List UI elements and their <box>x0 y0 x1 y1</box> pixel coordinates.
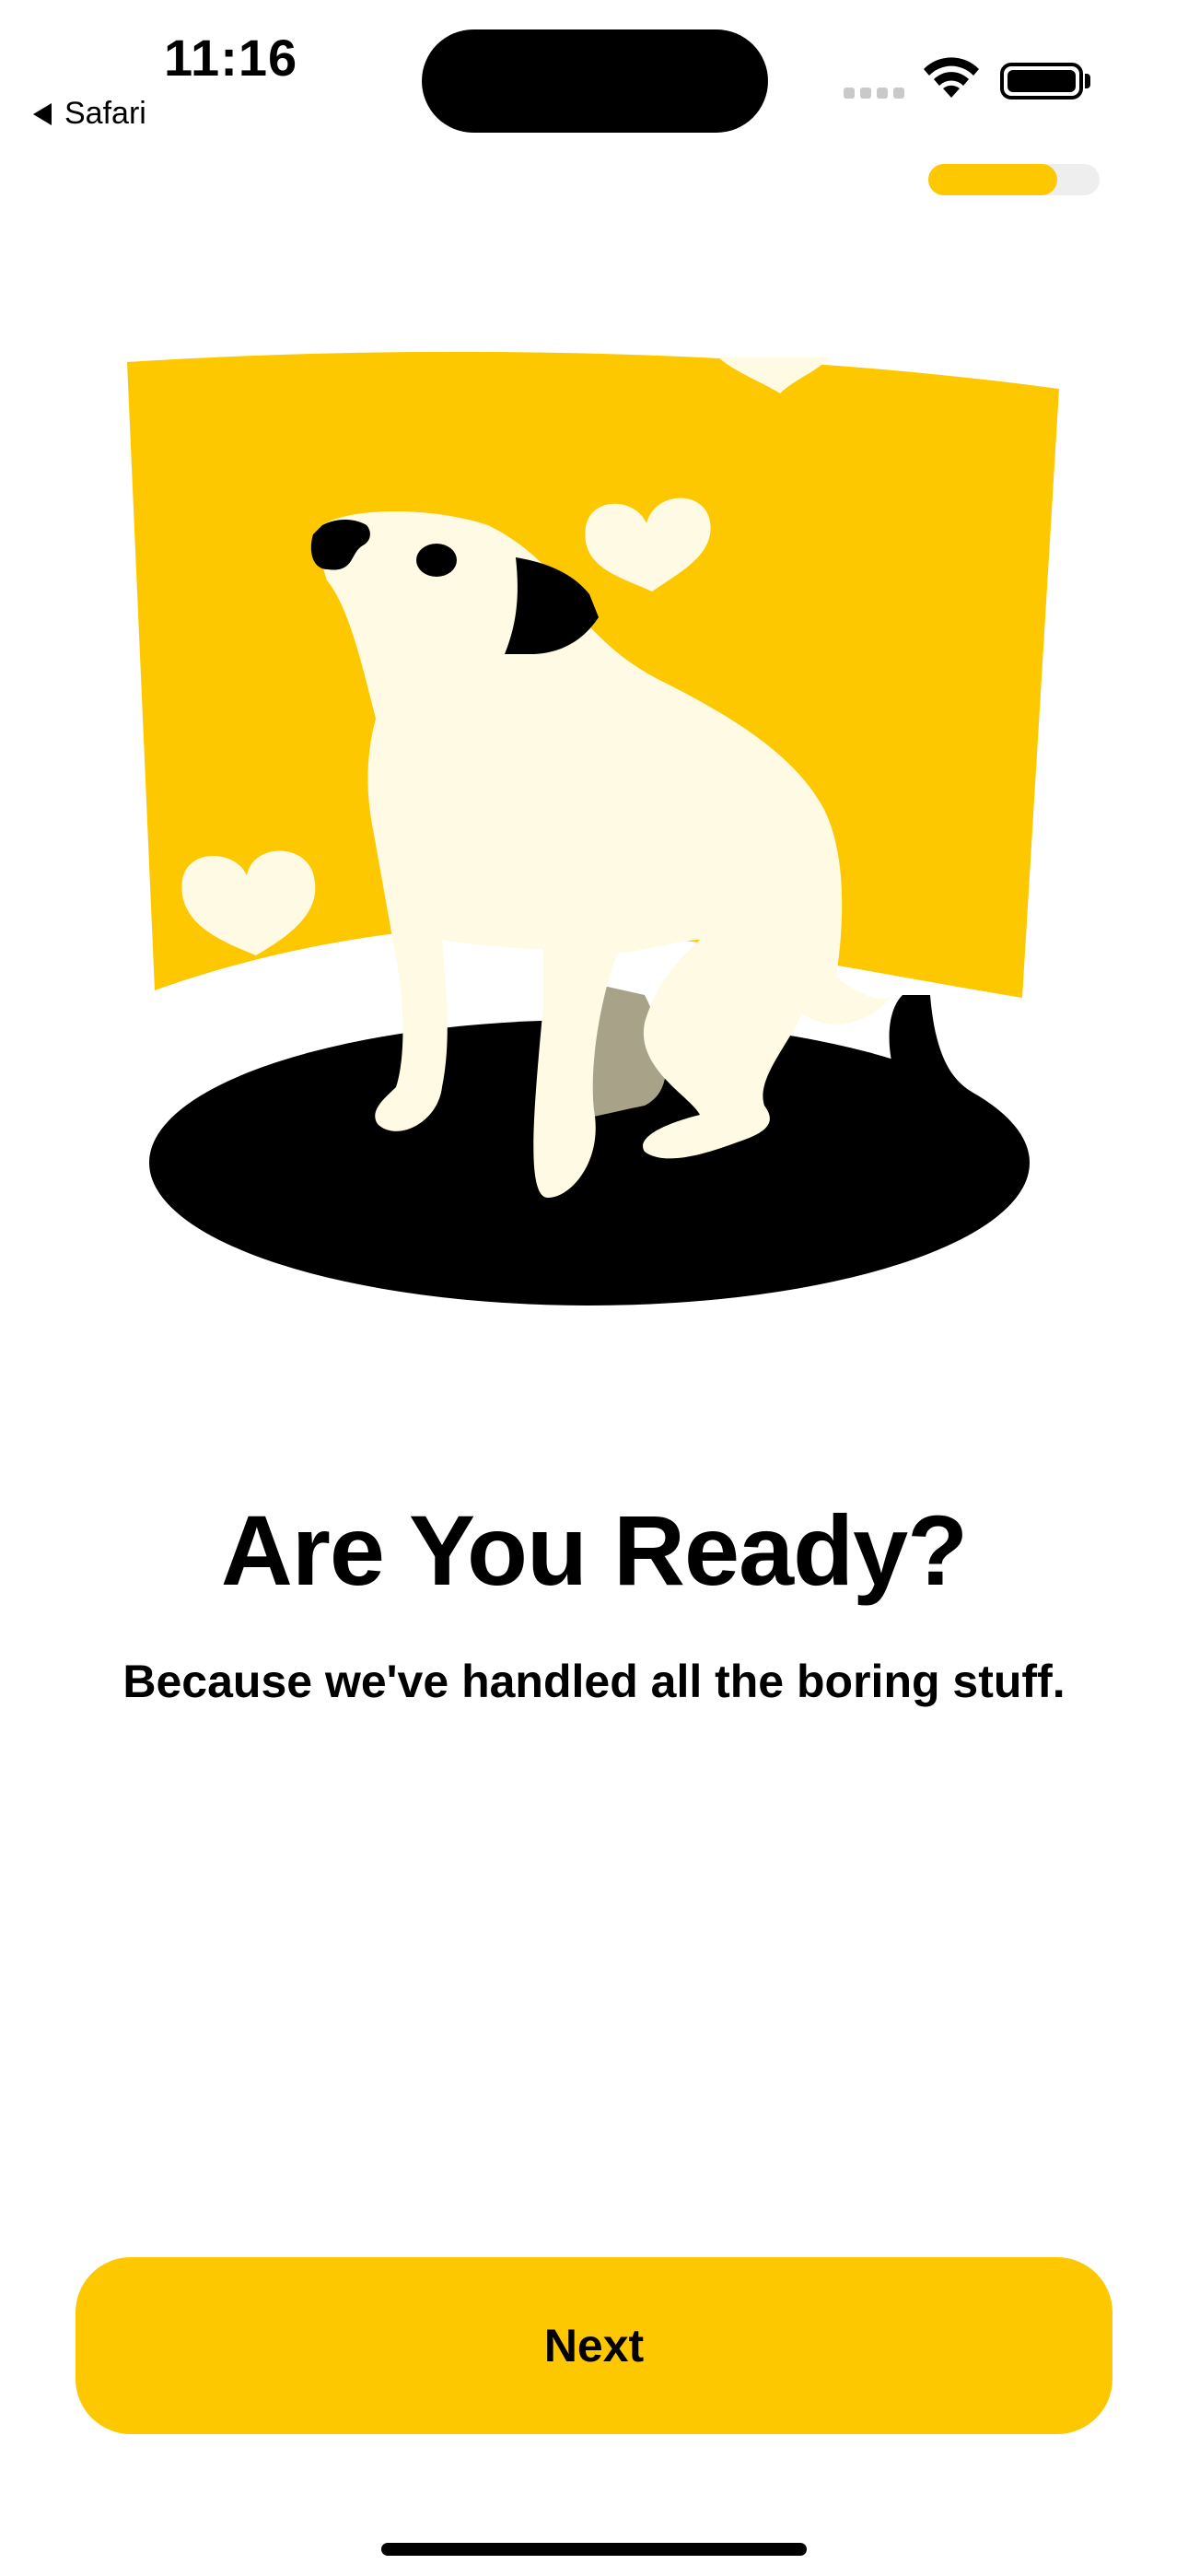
back-arrow-icon <box>33 102 52 125</box>
page-subtitle: Because we've handled all the boring stu… <box>122 1656 1066 1707</box>
dog-eye <box>416 544 457 577</box>
status-time: 11:16 <box>164 29 298 87</box>
dog-illustration <box>127 351 1059 1306</box>
battery-tip <box>1085 74 1090 88</box>
next-button[interactable]: Next <box>76 2257 1112 2434</box>
status-bar: 11:16 Safari <box>0 0 1188 147</box>
page-title: Are You Ready? <box>220 1494 968 1606</box>
battery-icon <box>1000 63 1083 100</box>
cellular-signal-icon <box>844 88 904 99</box>
wifi-icon <box>924 57 979 98</box>
progress-fill <box>928 164 1057 195</box>
hind-foot-shadow <box>889 995 972 1110</box>
back-to-safari-link[interactable]: Safari <box>33 96 146 132</box>
back-label: Safari <box>64 96 146 131</box>
onboarding-progress-bar <box>928 164 1100 195</box>
home-indicator[interactable] <box>381 2543 807 2556</box>
dynamic-island <box>422 29 768 133</box>
